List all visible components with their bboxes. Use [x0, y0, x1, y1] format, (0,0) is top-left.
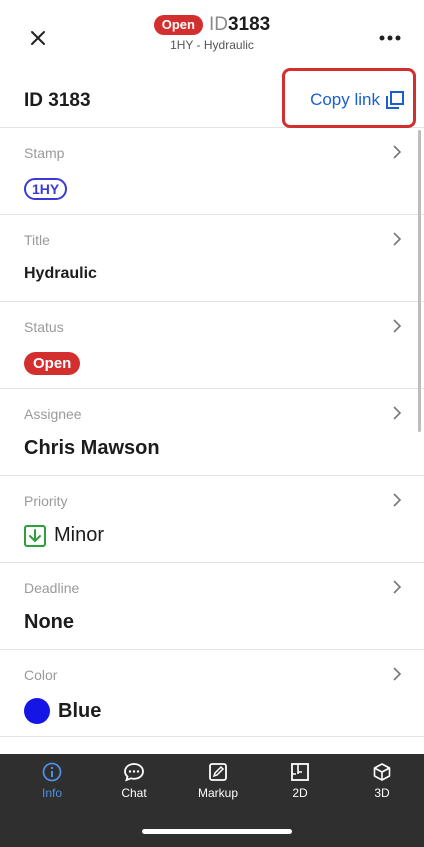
chevron-right-icon: [393, 493, 402, 507]
field-row-deadline[interactable]: Deadline None: [0, 563, 424, 650]
header-title: Open ID3183 1HY - Hydraulic: [0, 14, 424, 52]
field-row-status[interactable]: Status Open: [0, 302, 424, 389]
field-label: Stamp: [24, 145, 65, 161]
nav-label: Info: [41, 786, 62, 800]
cube-icon: [373, 763, 391, 781]
status-pill: Open: [24, 352, 81, 375]
nav-markup[interactable]: Markup: [188, 762, 248, 800]
floorplan-icon: [291, 763, 309, 781]
id-label: ID 3183: [24, 90, 91, 111]
field-value: Minor: [24, 524, 104, 547]
priority-value: Minor: [54, 524, 105, 546]
chevron-right-icon: [393, 580, 402, 594]
scrollbar[interactable]: [418, 130, 421, 432]
nav-info[interactable]: Info: [22, 762, 82, 800]
color-swatch: [24, 698, 50, 724]
markup-icon: [209, 763, 227, 781]
field-value: 1HY: [24, 178, 68, 200]
stamp-badge: 1HY: [24, 178, 68, 200]
chat-icon: [124, 763, 144, 782]
nav-label: 3D: [374, 786, 390, 800]
nav-label: 2D: [292, 786, 308, 800]
field-value: Blue: [24, 698, 101, 724]
chevron-right-icon: [393, 406, 402, 420]
nav-chat[interactable]: Chat: [104, 762, 164, 800]
field-label: Assignee: [24, 406, 82, 422]
color-value: Blue: [58, 699, 102, 722]
field-value: None: [24, 611, 74, 633]
field-row-stamp[interactable]: Stamp 1HY: [0, 128, 424, 215]
field-row-priority[interactable]: Priority Minor: [0, 476, 424, 563]
field-label: Status: [24, 319, 64, 335]
top-bar: Open ID3183 1HY - Hydraulic: [0, 0, 424, 76]
highlight-box: [282, 68, 416, 128]
status-badge: Open: [153, 15, 203, 35]
field-value: Hydraulic: [24, 265, 97, 282]
field-label: Color: [24, 667, 58, 683]
field-value: Open: [24, 352, 81, 375]
field-row-title[interactable]: Title Hydraulic: [0, 215, 424, 302]
chevron-right-icon: [393, 319, 402, 333]
nav-label: Chat: [121, 786, 147, 800]
chevron-right-icon: [393, 145, 402, 159]
field-label: Title: [24, 232, 50, 248]
more-options-button[interactable]: [374, 24, 406, 52]
header-subtitle: 1HY - Hydraulic: [170, 38, 254, 52]
chevron-right-icon: [393, 232, 402, 246]
more-icon: [379, 35, 401, 41]
header-id: ID3183: [208, 14, 271, 35]
info-icon: [42, 762, 62, 782]
nav-2d[interactable]: 2D: [270, 762, 330, 800]
nav-3d[interactable]: 3D: [352, 762, 412, 800]
field-row-color[interactable]: Color Blue: [0, 650, 424, 737]
field-value: Chris Mawson: [24, 437, 160, 459]
field-row-assignee[interactable]: Assignee Chris Mawson: [0, 389, 424, 476]
arrow-down-icon: [24, 524, 46, 547]
chevron-right-icon: [393, 667, 402, 681]
nav-label: Markup: [197, 786, 238, 800]
home-indicator: [142, 829, 292, 834]
field-label: Priority: [24, 493, 68, 509]
field-label: Deadline: [24, 580, 80, 596]
